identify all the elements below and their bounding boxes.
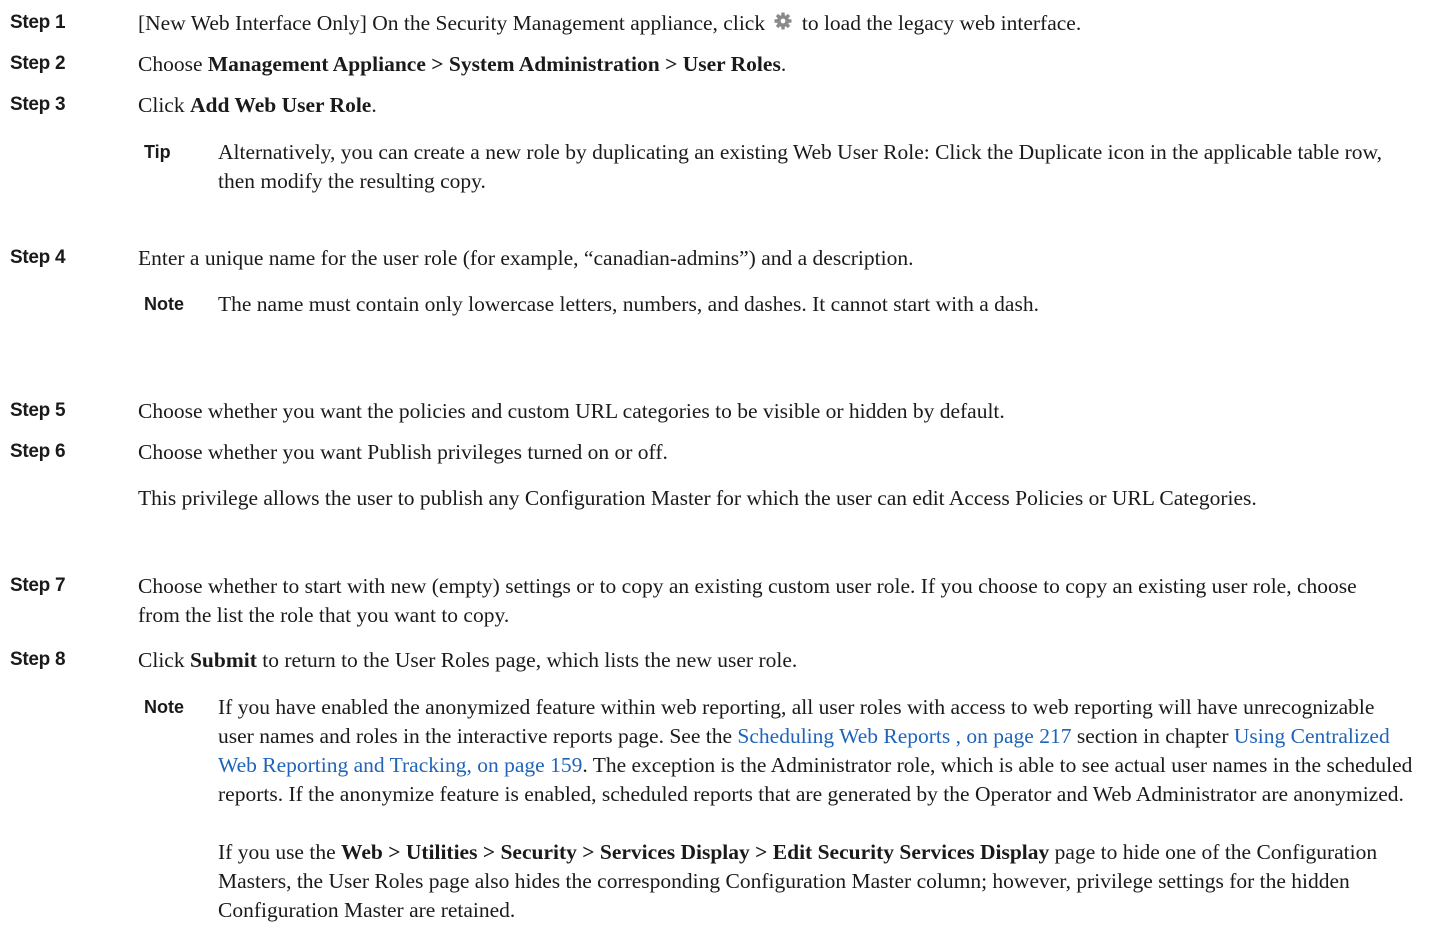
- note-paragraph: If you use the Web > Utilities > Securit…: [218, 840, 1378, 922]
- step-6-label: Step 6: [10, 441, 66, 462]
- gear-icon[interactable]: [773, 10, 793, 39]
- step-6-text: Choose whether you want Publish privileg…: [138, 440, 668, 464]
- step-5-label: Step 5: [10, 400, 66, 421]
- step-1-label: Step 1: [10, 12, 66, 33]
- step-8-text: Click Submit to return to the User Roles…: [138, 648, 798, 672]
- step-4-label: Step 4: [10, 247, 66, 268]
- step-3-text: Click Add Web User Role.: [138, 93, 377, 117]
- step-1-text: [New Web Interface Only] On the Security…: [138, 9, 1081, 39]
- ui-button-name: Submit: [189, 648, 257, 672]
- step-4-text: Enter a unique name for the user role (f…: [138, 246, 914, 270]
- ui-path: Management Appliance > System Administra…: [207, 52, 781, 76]
- ui-button-name: Add Web User Role: [189, 93, 372, 117]
- step-5-text: Choose whether you want the policies and…: [138, 399, 1005, 423]
- note-label: Note: [144, 697, 184, 717]
- scheduling-web-reports-link[interactable]: Scheduling Web Reports , on page 217: [737, 724, 1071, 748]
- step-2-label: Step 2: [10, 53, 66, 74]
- step-6-paragraph: This privilege allows the user to publis…: [138, 486, 1257, 510]
- step-1-text-before: [New Web Interface Only] On the Security…: [138, 11, 766, 35]
- step-7-text: Choose whether to start with new (empty)…: [138, 574, 1357, 627]
- step-7-label: Step 7: [10, 575, 66, 596]
- note-text: If you have enabled the anonymized featu…: [218, 695, 1413, 806]
- tip-text: Alternatively, you can create a new role…: [218, 140, 1383, 193]
- note-text: The name must contain only lowercase let…: [218, 292, 1039, 316]
- step-8-label: Step 8: [10, 649, 66, 670]
- step-2-text: Choose Management Appliance > System Adm…: [138, 52, 787, 76]
- note-label: Note: [144, 294, 184, 314]
- ui-path: Web > Utilities > Security > Services Di…: [341, 840, 1050, 864]
- tip-label: Tip: [144, 142, 171, 162]
- step-3-label: Step 3: [10, 94, 66, 115]
- step-1-text-after: to load the legacy web interface.: [801, 11, 1082, 35]
